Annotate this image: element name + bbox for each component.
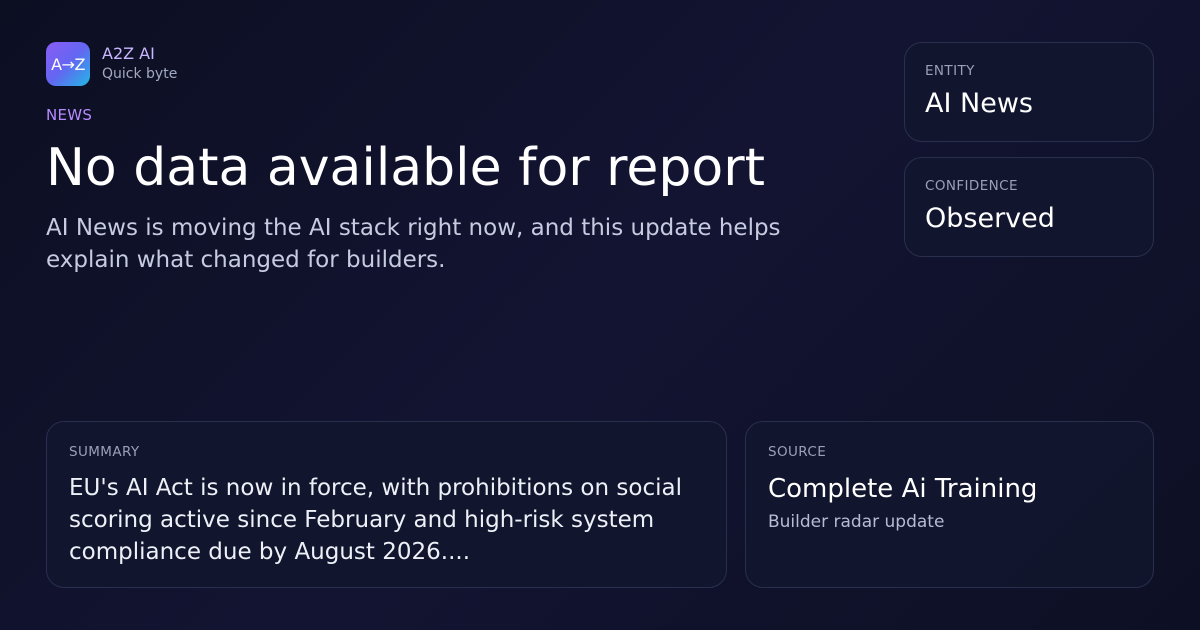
entity-card: ENTITY AI News	[904, 42, 1154, 142]
brand: A→Z A2Z AI Quick byte	[46, 42, 177, 86]
confidence-card: CONFIDENCE Observed	[904, 157, 1154, 257]
source-title: Complete Ai Training	[768, 474, 1038, 504]
entity-value: AI News	[925, 88, 1033, 119]
brand-logo-icon: A→Z	[46, 42, 90, 86]
confidence-value: Observed	[925, 203, 1055, 234]
confidence-label: CONFIDENCE	[925, 178, 1018, 194]
entity-label: ENTITY	[925, 63, 975, 79]
category-label: NEWS	[46, 106, 93, 124]
source-card: SOURCE Complete Ai Training Builder rada…	[745, 421, 1154, 588]
brand-subtitle: Quick byte	[102, 66, 178, 82]
summary-text: EU's AI Act is now in force, with prohib…	[69, 475, 682, 565]
summary-label: SUMMARY	[69, 444, 140, 460]
summary-card: SUMMARY EU's AI Act is now in force, wit…	[46, 421, 727, 588]
brand-name: A2Z AI	[102, 44, 155, 63]
headline: No data available for report	[46, 138, 765, 198]
brand-text: A2Z AI Quick byte	[102, 44, 177, 84]
source-subtitle: Builder radar update	[768, 512, 945, 532]
lede-text: AI News is moving the AI stack right now…	[46, 215, 781, 273]
source-label: SOURCE	[768, 444, 827, 460]
